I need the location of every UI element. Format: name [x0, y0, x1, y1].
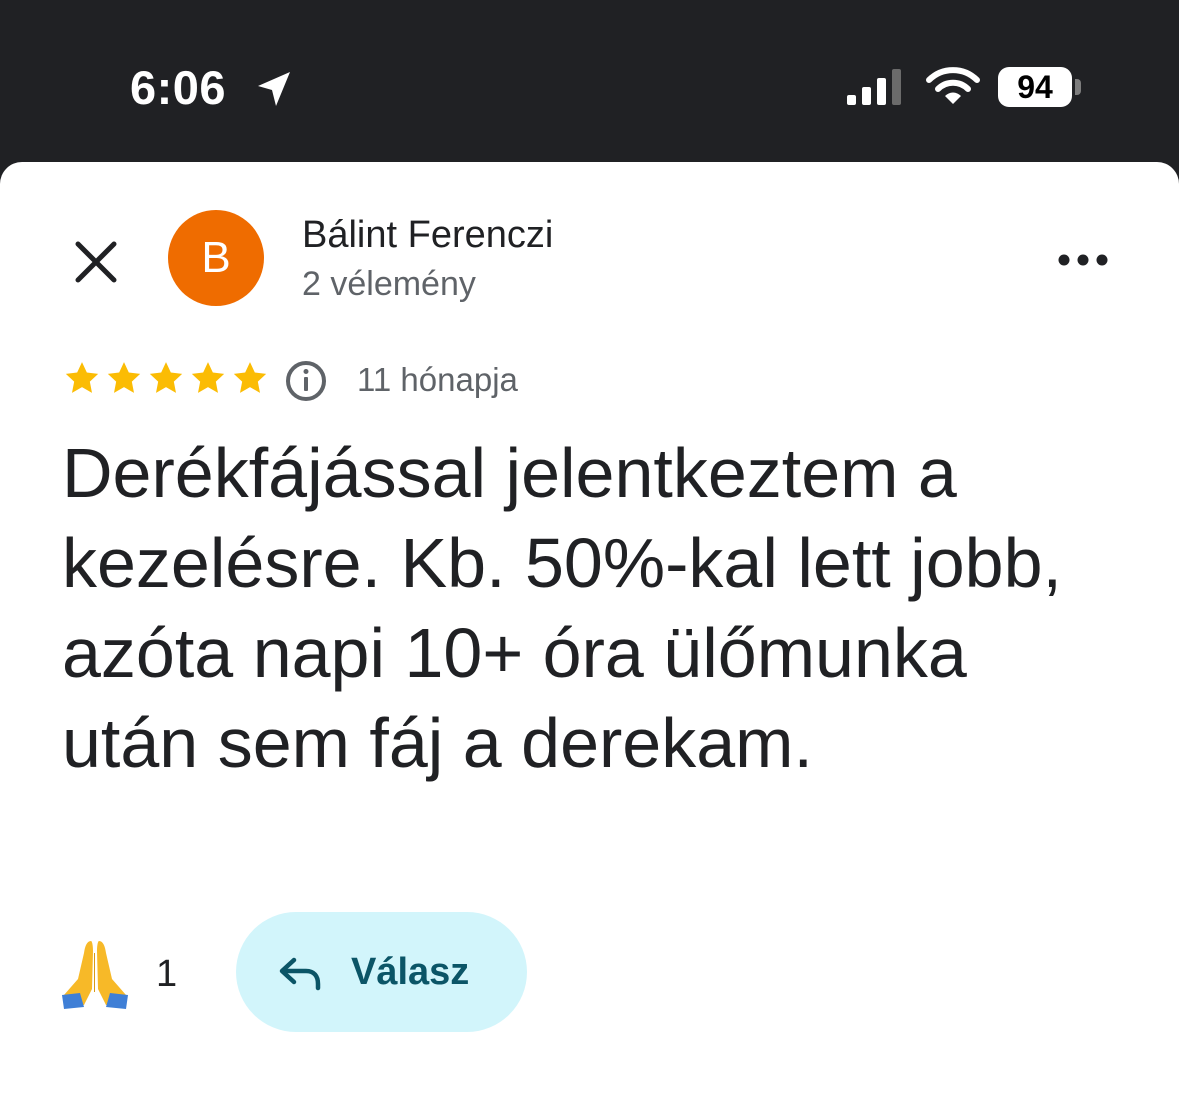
- reviewer-review-count: 2 vélemény: [302, 265, 476, 303]
- reviewer-name[interactable]: Bálint Ferenczi: [302, 212, 553, 258]
- reply-arrow-icon: [279, 957, 321, 991]
- info-icon[interactable]: [284, 359, 328, 403]
- reaction-count: 1: [156, 953, 178, 995]
- more-options-button[interactable]: [1048, 238, 1118, 282]
- close-button[interactable]: [66, 232, 126, 292]
- star-icon: [65, 362, 99, 393]
- status-bar: 6:06 94: [0, 0, 1179, 162]
- rating-stars: [62, 358, 272, 402]
- reaction-button[interactable]: 1: [58, 934, 177, 1014]
- star-icon: [191, 362, 225, 393]
- star-icon: [149, 362, 183, 393]
- reply-label: Válasz: [351, 951, 470, 993]
- star-icon: [233, 362, 267, 393]
- review-text: Derékfájással jelentkeztem a kezelésre. …: [62, 434, 1062, 782]
- more-icon: [1058, 254, 1108, 266]
- avatar[interactable]: B: [168, 210, 264, 306]
- battery-tip: [1075, 79, 1081, 95]
- folded-hands-icon: [62, 941, 128, 1009]
- close-icon: [75, 241, 117, 283]
- review-time: 11 hónapja: [357, 361, 518, 398]
- location-icon: [258, 72, 290, 106]
- wifi-icon: [926, 67, 980, 104]
- review-sheet: B Bálint Ferenczi 2 vélemény 11 hónapja …: [0, 162, 1179, 1105]
- reply-button[interactable]: Válasz: [236, 912, 527, 1032]
- star-icon: [107, 362, 141, 393]
- battery-icon: 94: [998, 67, 1072, 107]
- signal-icon: [847, 69, 901, 105]
- status-time: 6:06: [130, 61, 227, 114]
